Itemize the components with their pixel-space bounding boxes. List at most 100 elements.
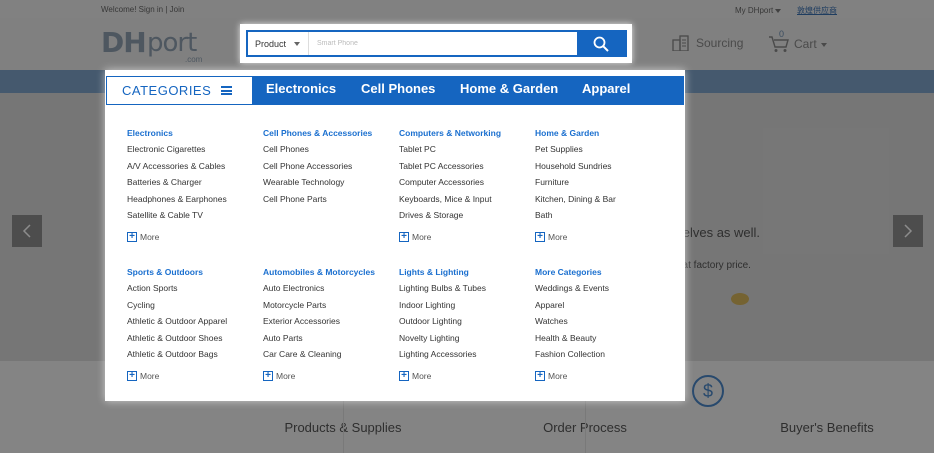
list-item[interactable]: Kitchen, Dining & Bar xyxy=(535,193,671,210)
list-item[interactable]: Health & Beauty xyxy=(535,332,671,349)
list-item[interactable]: Tablet PC xyxy=(399,143,535,160)
category-group-sports: Sports & Outdoors Action Sports Cycling … xyxy=(127,266,263,365)
plus-icon: + xyxy=(535,232,545,242)
more-link[interactable]: + More xyxy=(127,232,159,242)
category-group-more-categories: More Categories Weddings & Events Appare… xyxy=(535,266,671,365)
more-link[interactable]: + More xyxy=(535,232,567,242)
group-title[interactable]: Lights & Lighting xyxy=(399,266,535,282)
list-item[interactable]: Weddings & Events xyxy=(535,282,671,299)
list-item[interactable]: Lighting Accessories xyxy=(399,348,535,365)
more-link[interactable]: + More xyxy=(399,232,431,242)
search-category-select[interactable]: Product xyxy=(248,32,309,55)
group-title[interactable]: Automobiles & Motorcycles xyxy=(263,266,399,282)
top-utility-bar: Welcome! Sign in | Join My DHport 敦煌供应商 xyxy=(0,0,934,18)
tab-electronics[interactable]: Electronics xyxy=(266,76,336,104)
category-group-electronics: Electronics Electronic Cigarettes A/V Ac… xyxy=(127,127,263,226)
more-link[interactable]: + More xyxy=(535,371,567,381)
tab-home-garden[interactable]: Home & Garden xyxy=(460,76,558,104)
more-label: More xyxy=(548,232,568,242)
list-item[interactable]: Batteries & Charger xyxy=(127,176,263,193)
list-item[interactable]: Watches xyxy=(535,315,671,332)
list-item[interactable]: Athletic & Outdoor Apparel xyxy=(127,315,263,332)
list-item[interactable]: Auto Electronics xyxy=(263,282,399,299)
list-item[interactable]: Apparel xyxy=(535,299,671,316)
carousel-next-button[interactable] xyxy=(893,215,923,247)
chevron-right-icon xyxy=(904,224,913,238)
list-item[interactable]: Wearable Technology xyxy=(263,176,399,193)
list-item[interactable]: Furniture xyxy=(535,176,671,193)
list-item[interactable]: Motorcycle Parts xyxy=(263,299,399,316)
group-title[interactable]: More Categories xyxy=(535,266,671,282)
list-item[interactable]: A/V Accessories & Cables xyxy=(127,160,263,177)
logo-com: .com xyxy=(185,55,203,64)
cart-count: 0 xyxy=(779,29,785,39)
list-item[interactable]: Satellite & Cable TV xyxy=(127,209,263,226)
group-title[interactable]: Cell Phones & Accessories xyxy=(263,127,399,143)
group-title[interactable]: Home & Garden xyxy=(535,127,671,143)
search-button[interactable] xyxy=(577,32,625,55)
plus-icon: + xyxy=(399,232,409,242)
chevron-down-icon xyxy=(820,43,827,47)
group-title[interactable]: Sports & Outdoors xyxy=(127,266,263,282)
more-label: More xyxy=(548,371,568,381)
category-group-home-garden: Home & Garden Pet Supplies Household Sun… xyxy=(535,127,671,226)
buyers-benefits-label: Buyer's Benefits xyxy=(780,420,874,435)
chevron-down-icon xyxy=(294,42,300,46)
list-item[interactable]: Action Sports xyxy=(127,282,263,299)
supplier-link[interactable]: 敦煌供应商 xyxy=(797,5,837,16)
list-item[interactable]: Athletic & Outdoor Shoes xyxy=(127,332,263,349)
logo-dh: DH xyxy=(101,26,147,59)
list-item[interactable]: Novelty Lighting xyxy=(399,332,535,349)
list-item[interactable]: Auto Parts xyxy=(263,332,399,349)
tab-cell-phones[interactable]: Cell Phones xyxy=(361,76,435,104)
categories-label: CATEGORIES xyxy=(122,83,212,98)
list-item[interactable]: Indoor Lighting xyxy=(399,299,535,316)
category-group-lights: Lights & Lighting Lighting Bulbs & Tubes… xyxy=(399,266,535,365)
chevron-down-icon[interactable] xyxy=(775,9,781,13)
join-link[interactable]: Join xyxy=(170,5,185,14)
separator: | xyxy=(165,5,168,14)
list-item[interactable]: Cycling xyxy=(127,299,263,316)
list-item[interactable]: Drives & Storage xyxy=(399,209,535,226)
list-item[interactable]: Keyboards, Mice & Input xyxy=(399,193,535,210)
more-link[interactable]: + More xyxy=(263,371,295,381)
more-link[interactable]: + More xyxy=(127,371,159,381)
sourcing-link[interactable]: Sourcing xyxy=(672,35,743,51)
hero-subtagline: t at factory price. xyxy=(677,260,751,271)
buildings-icon xyxy=(672,35,689,51)
list-item[interactable]: Headphones & Earphones xyxy=(127,193,263,210)
my-account-link[interactable]: My DHport xyxy=(735,6,773,15)
group-title[interactable]: Electronics xyxy=(127,127,263,143)
list-item[interactable]: Cell Phone Accessories xyxy=(263,160,399,177)
list-item[interactable]: Athletic & Outdoor Bags xyxy=(127,348,263,365)
sign-in-link[interactable]: Sign in xyxy=(139,5,163,14)
list-item[interactable]: Car Care & Cleaning xyxy=(263,348,399,365)
more-link[interactable]: + More xyxy=(399,371,431,381)
list-item[interactable]: Fashion Collection xyxy=(535,348,671,365)
list-item[interactable]: Bath xyxy=(535,209,671,226)
dhport-logo[interactable]: DH port .com xyxy=(101,26,205,65)
list-item[interactable]: Household Sundries xyxy=(535,160,671,177)
list-item[interactable]: Lighting Bulbs & Tubes xyxy=(399,282,535,299)
list-item[interactable]: Electronic Cigarettes xyxy=(127,143,263,160)
list-item[interactable]: Pet Supplies xyxy=(535,143,671,160)
list-item[interactable]: Cell Phone Parts xyxy=(263,193,399,210)
list-item[interactable]: Exterior Accessories xyxy=(263,315,399,332)
plus-icon: + xyxy=(127,232,137,242)
list-item[interactable]: Outdoor Lighting xyxy=(399,315,535,332)
menu-divider xyxy=(106,104,684,105)
list-item[interactable]: Computer Accessories xyxy=(399,176,535,193)
carousel-prev-button[interactable] xyxy=(12,215,42,247)
sourcing-label: Sourcing xyxy=(696,36,744,50)
group-title[interactable]: Computers & Networking xyxy=(399,127,535,143)
plus-icon: + xyxy=(399,371,409,381)
coin-graphic xyxy=(731,293,749,305)
cart-link[interactable]: 0 Cart xyxy=(768,29,827,53)
welcome-label: Welcome! xyxy=(101,5,137,14)
list-item[interactable]: Cell Phones xyxy=(263,143,399,160)
search-bar: Product xyxy=(246,30,627,57)
tab-apparel[interactable]: Apparel xyxy=(582,76,630,104)
list-item[interactable]: Tablet PC Accessories xyxy=(399,160,535,177)
search-input[interactable] xyxy=(309,32,577,55)
categories-toggle[interactable]: CATEGORIES xyxy=(106,76,253,104)
